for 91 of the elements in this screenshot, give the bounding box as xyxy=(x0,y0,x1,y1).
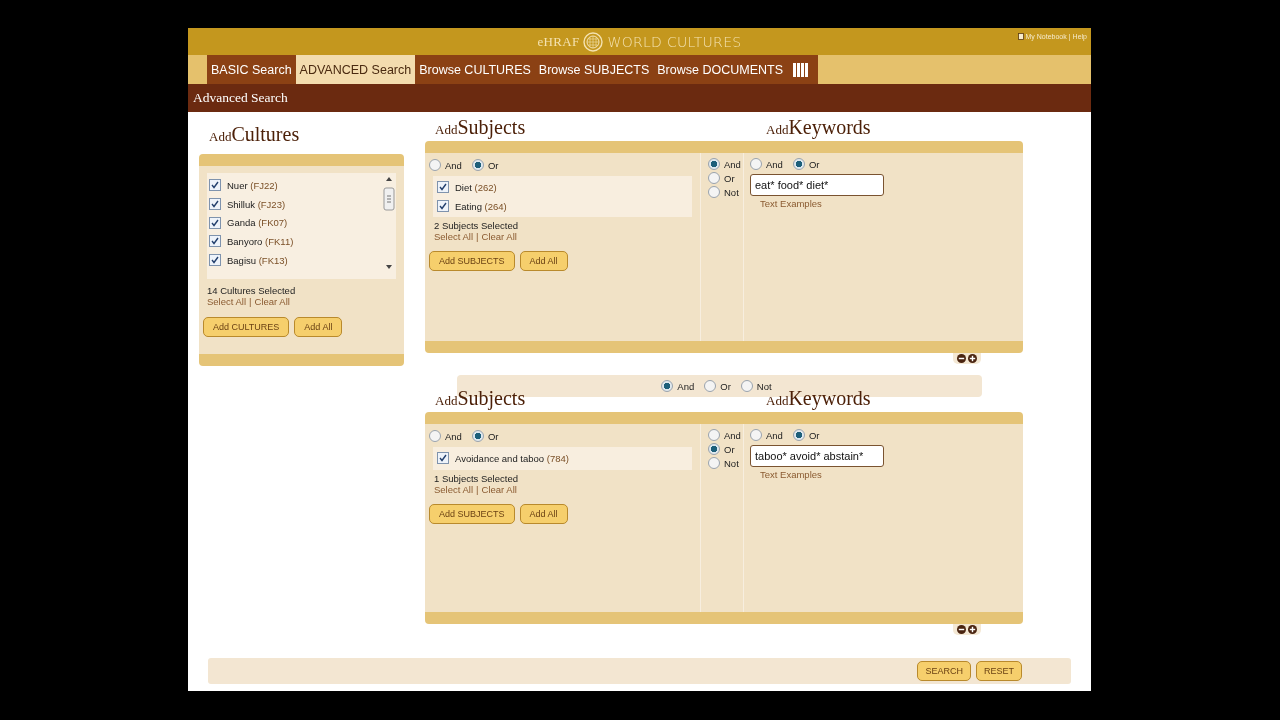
radio-label[interactable]: Not xyxy=(724,457,739,469)
radio-label[interactable]: And xyxy=(724,429,741,441)
separator: | xyxy=(476,483,479,495)
radio-label[interactable]: Or xyxy=(724,172,735,184)
clear-all-link[interactable]: Clear All xyxy=(254,296,290,307)
list-item[interactable]: Shilluk (FJ23) xyxy=(227,198,286,210)
add-all-button[interactable]: Add All xyxy=(519,503,568,524)
logo-text: WORLD CULTURES xyxy=(607,33,742,50)
notebook-icon xyxy=(1017,33,1024,40)
clear-all-link[interactable]: Clear All xyxy=(481,231,517,243)
list-item[interactable]: Eating (264) xyxy=(455,200,507,212)
radio-button[interactable] xyxy=(661,380,674,392)
radio-button[interactable] xyxy=(750,158,762,170)
add-cultures-button[interactable]: Add CULTURES xyxy=(203,317,290,337)
collapse-icon[interactable] xyxy=(957,625,966,634)
radio-button[interactable] xyxy=(429,159,441,171)
search-button[interactable]: SEARCH xyxy=(917,661,971,681)
checkbox[interactable] xyxy=(209,179,221,192)
radio-label[interactable]: Or xyxy=(808,429,820,441)
radio-button[interactable] xyxy=(708,172,720,184)
checkbox[interactable] xyxy=(209,254,221,267)
nav-tab[interactable]: Browse DOCUMENTS xyxy=(653,55,787,84)
keyword-field[interactable]: eat* food* diet* xyxy=(750,174,884,196)
selected-count: 14 Cultures Selected xyxy=(207,285,297,296)
checkbox[interactable] xyxy=(437,200,449,213)
reset-button[interactable]: RESET xyxy=(976,661,1022,681)
text-examples-link[interactable]: Text Examples xyxy=(760,469,1023,480)
radio-label[interactable]: And xyxy=(766,158,783,170)
checkbox[interactable] xyxy=(209,216,221,229)
expand-icon[interactable] xyxy=(968,354,977,363)
radio-label[interactable]: And xyxy=(445,430,462,442)
list-item[interactable]: Banyoro (FK11) xyxy=(227,235,294,247)
separator: | xyxy=(249,296,252,307)
list-item[interactable]: Nuer (FJ22) xyxy=(227,179,278,191)
keyword-field[interactable]: taboo* avoid* abstain* xyxy=(750,445,884,467)
nav-tab[interactable]: BASIC Search xyxy=(207,55,296,84)
radio-label[interactable]: Not xyxy=(756,380,772,392)
radio-button[interactable] xyxy=(471,430,484,442)
select-all-link[interactable]: Select All xyxy=(434,231,474,243)
checkbox[interactable] xyxy=(209,235,221,248)
selected-count: 1 Subjects Selected xyxy=(434,472,519,484)
list-item[interactable]: Ganda (FK07) xyxy=(227,217,288,229)
radio-button[interactable] xyxy=(792,158,805,170)
separator: | xyxy=(476,231,479,243)
radio-button[interactable] xyxy=(708,158,720,170)
select-all-link[interactable]: Select All xyxy=(207,296,247,307)
checkbox[interactable] xyxy=(437,452,449,465)
section-title: AddKeywords xyxy=(765,116,871,141)
expand-icon[interactable] xyxy=(968,625,977,634)
radio-label[interactable]: Not xyxy=(724,186,739,198)
section-title: AddSubjects xyxy=(434,116,527,141)
selected-count: 2 Subjects Selected xyxy=(434,220,519,232)
add-all-button[interactable]: Add All xyxy=(294,317,343,337)
radio-label[interactable]: And xyxy=(677,380,695,392)
radio-button[interactable] xyxy=(471,159,484,171)
globe-icon xyxy=(583,31,604,52)
radio-label[interactable]: Or xyxy=(487,430,499,442)
collapse-icon[interactable] xyxy=(957,354,966,363)
radio-button[interactable] xyxy=(708,186,720,198)
radio-label[interactable]: And xyxy=(445,159,462,171)
nav-tab[interactable]: Browse SUBJECTS xyxy=(534,55,654,84)
nav-tab[interactable]: Browse CULTURES xyxy=(415,55,535,84)
radio-button[interactable] xyxy=(708,443,720,455)
radio-label[interactable]: Or xyxy=(487,159,499,171)
list-item[interactable]: Bagisu (FK13) xyxy=(227,254,288,266)
radio-label[interactable]: Or xyxy=(720,380,731,392)
clear-all-link[interactable]: Clear All xyxy=(481,483,517,495)
text-examples-link[interactable]: Text Examples xyxy=(760,198,1023,209)
radio-button[interactable] xyxy=(740,380,753,392)
bookshelf-icon[interactable] xyxy=(793,62,809,77)
page-title: Advanced Search xyxy=(193,90,288,106)
add-subjects-button[interactable]: Add SUBJECTS xyxy=(429,251,515,272)
radio-button[interactable] xyxy=(708,457,720,469)
add-subjects-button[interactable]: Add SUBJECTS xyxy=(429,503,515,524)
list-item[interactable]: Diet (262) xyxy=(455,181,497,193)
nav-tab[interactable]: ADVANCED Search xyxy=(295,55,416,84)
radio-button[interactable] xyxy=(792,429,805,441)
radio-label[interactable]: Or xyxy=(724,443,735,455)
radio-label[interactable]: Or xyxy=(808,158,820,170)
checkbox[interactable] xyxy=(437,181,449,194)
radio-button[interactable] xyxy=(708,429,720,441)
checkbox[interactable] xyxy=(209,198,221,211)
radio-button[interactable] xyxy=(750,429,762,441)
radio-button[interactable] xyxy=(704,380,717,392)
logo-text: eHRAF xyxy=(537,33,580,50)
radio-label[interactable]: And xyxy=(766,429,783,441)
section-title: AddCultures xyxy=(208,123,301,145)
select-all-link[interactable]: Select All xyxy=(434,483,474,495)
radio-button[interactable] xyxy=(429,430,441,442)
add-all-button[interactable]: Add All xyxy=(519,251,568,272)
radio-label[interactable]: And xyxy=(724,158,741,170)
